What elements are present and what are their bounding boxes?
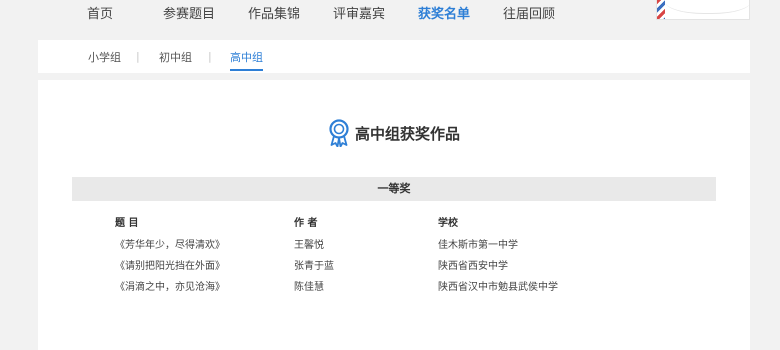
award-author: 张青于蓝: [294, 261, 334, 272]
award-work-title[interactable]: 《涓滴之中，亦见沧海》: [115, 278, 225, 293]
section-title: 高中组获奖作品: [355, 124, 461, 143]
tab-separator: |: [208, 50, 212, 63]
award-work-title[interactable]: 《芳华年少，尽得清欢》: [115, 236, 225, 251]
award-school: 陕西省汉中市勉县武侯中学: [438, 282, 558, 293]
nav-item-winners[interactable]: 获奖名单: [418, 3, 470, 22]
award-author: 陈佳慧: [294, 282, 324, 293]
award-school: 佳木斯市第一中学: [438, 240, 518, 251]
envelope-stripe: [657, 0, 665, 19]
nav-item-history[interactable]: 往届回顾: [503, 3, 555, 22]
awards-card: 高中组获奖作品 一等奖 题 目 作 者 学校 《芳华年少，尽得清欢》 王馨悦 佳…: [38, 80, 750, 350]
envelope-icon[interactable]: [656, 0, 750, 20]
tab-senior[interactable]: 高中组: [230, 49, 263, 71]
award-ribbon-icon: [329, 119, 349, 147]
nav-item-topics[interactable]: 参赛题目: [163, 3, 215, 22]
tab-primary[interactable]: 小学组: [88, 49, 121, 71]
section-heading: 高中组获奖作品: [328, 118, 460, 148]
top-nav: 首页 参赛题目 作品集锦 评审嘉宾 获奖名单 往届回顾: [0, 0, 780, 28]
envelope-flap: [665, 0, 749, 14]
nav-item-judges[interactable]: 评审嘉宾: [333, 3, 385, 22]
prize-level-bar: 一等奖: [72, 177, 716, 201]
column-header-title: 题 目: [115, 218, 139, 229]
column-header-author: 作 者: [294, 218, 318, 229]
tab-separator: |: [136, 50, 140, 63]
nav-item-works[interactable]: 作品集锦: [248, 3, 300, 22]
award-school: 陕西省西安中学: [438, 261, 508, 272]
award-author: 王馨悦: [294, 240, 324, 251]
nav-item-home[interactable]: 首页: [87, 3, 113, 22]
award-work-title[interactable]: 《请别把阳光挡在外面》: [115, 257, 225, 272]
tab-junior[interactable]: 初中组: [159, 49, 192, 71]
column-header-school: 学校: [438, 218, 458, 229]
group-tabs: 小学组 | 初中组 | 高中组: [38, 40, 750, 73]
